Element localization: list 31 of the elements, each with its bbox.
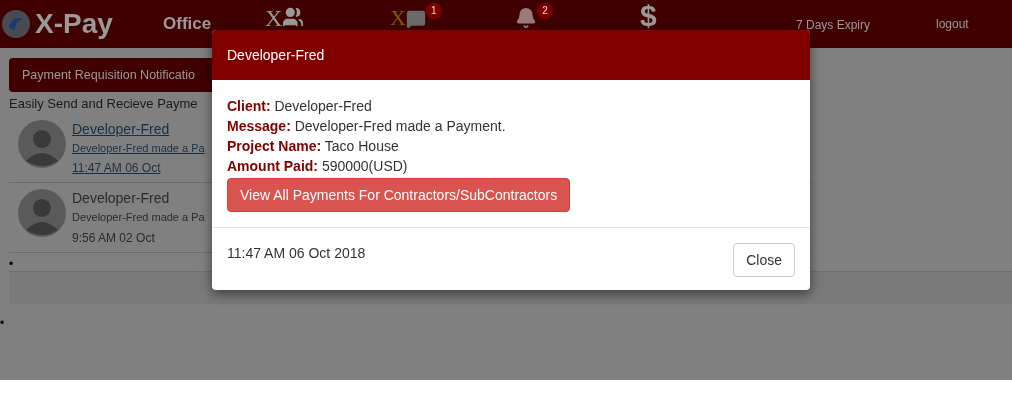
nav-link[interactable]: $ <box>640 1 657 31</box>
users-icon[interactable] <box>282 6 305 28</box>
list-marker: • <box>9 255 14 271</box>
detail-line: Amount Paid: 590000(USD) <box>227 157 409 176</box>
notification-message: Developer-Fred made a Pa <box>72 210 205 225</box>
notification-time: 9:56 AM 02 Oct <box>72 229 156 247</box>
notification-message[interactable]: Developer-Fred made a Pa <box>72 139 205 156</box>
avatar-icon <box>17 188 67 238</box>
sender-name: Developer-Fred <box>72 189 171 208</box>
count-badge: 1 <box>425 3 442 19</box>
sender-name[interactable]: Developer-Fred <box>72 118 205 140</box>
expiry-label: 7 Days Expiry <box>796 18 871 32</box>
count-badge: 2 <box>537 3 553 19</box>
modal-timestamp: 11:47 AM 06 Oct 2018 <box>227 244 366 263</box>
logo-icon <box>1 9 31 39</box>
chat-icon[interactable] <box>405 9 426 29</box>
detail-line: Client: Developer-Fred <box>227 97 373 116</box>
detail-line: Project Name: Taco House <box>227 137 400 156</box>
nav-link[interactable]: Office <box>163 11 212 37</box>
brand-name[interactable]: X-Pay <box>35 3 163 45</box>
close-button[interactable]: Close <box>733 243 795 277</box>
avatar-icon <box>17 118 67 169</box>
nav-x-label: X <box>265 6 283 30</box>
logout-link[interactable]: logout <box>936 15 969 33</box>
notification-time[interactable]: 11:47 AM 06 Oct <box>72 159 205 177</box>
list-marker: • <box>0 314 5 332</box>
tagline: Easily Send and Recieve Payme <box>9 95 198 113</box>
bell-icon[interactable] <box>515 7 537 29</box>
nav-x-label: X <box>390 7 406 29</box>
view-payments-button[interactable]: View All Payments For Contractors/SubContractors <box>227 178 571 212</box>
detail-line: Message: Developer-Fred made a Payment. <box>227 117 507 136</box>
